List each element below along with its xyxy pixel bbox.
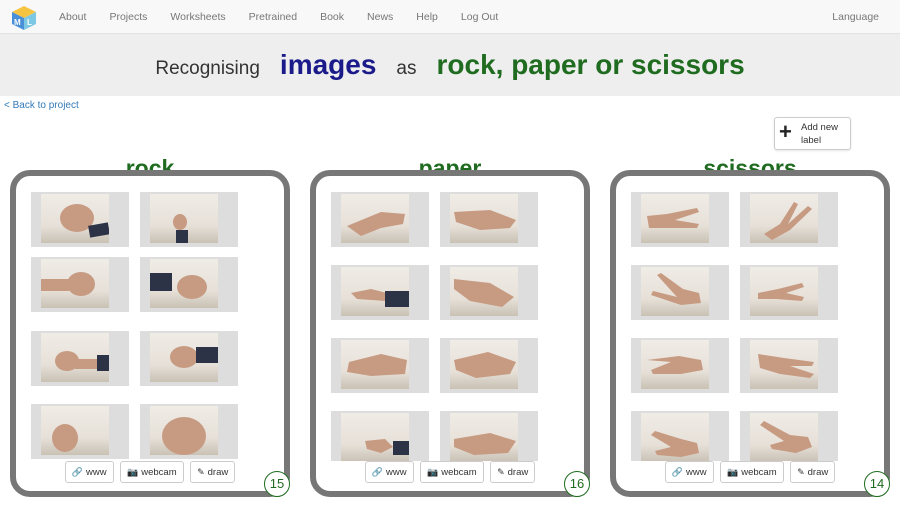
training-images bbox=[31, 184, 251, 461]
title-middle: as bbox=[396, 58, 417, 79]
training-image[interactable] bbox=[331, 338, 429, 393]
training-image[interactable] bbox=[140, 257, 238, 312]
training-image[interactable] bbox=[331, 192, 429, 247]
pencil-icon: ✎ bbox=[497, 467, 505, 477]
title-labels: rock, paper or scissors bbox=[436, 49, 745, 80]
training-image[interactable] bbox=[740, 411, 838, 461]
page-title: Recognising images as rock, paper or sci… bbox=[0, 34, 900, 96]
training-image[interactable] bbox=[31, 404, 129, 459]
draw-button[interactable]: ✎ draw bbox=[490, 461, 536, 483]
pencil-icon: ✎ bbox=[197, 467, 205, 477]
training-image[interactable] bbox=[31, 331, 129, 386]
camera-icon: 📷 bbox=[727, 467, 739, 477]
training-image[interactable] bbox=[31, 192, 129, 247]
example-count: 16 bbox=[564, 471, 590, 497]
example-count: 15 bbox=[264, 471, 290, 497]
www-button[interactable]: 🔗 www bbox=[364, 461, 414, 483]
training-images bbox=[331, 184, 551, 461]
webcam-button[interactable]: 📷 webcam bbox=[420, 461, 484, 483]
ml-logo-icon[interactable]: M L bbox=[11, 5, 37, 31]
example-count: 14 bbox=[864, 471, 890, 497]
add-example-buttons: 🔗 www 📷 webcam ✎ draw bbox=[16, 461, 284, 483]
navbar: M L About Projects Worksheets Pretrained… bbox=[0, 0, 900, 34]
training-image[interactable] bbox=[740, 192, 838, 247]
nav-language[interactable]: Language bbox=[832, 11, 879, 23]
training-image[interactable] bbox=[440, 265, 538, 320]
nav-news[interactable]: News bbox=[367, 11, 393, 23]
add-example-buttons: 🔗 www 📷 webcam ✎ draw bbox=[316, 461, 584, 483]
camera-icon: 📷 bbox=[427, 467, 439, 477]
training-image[interactable] bbox=[440, 338, 538, 393]
www-button[interactable]: 🔗 www bbox=[64, 461, 114, 483]
plus-icon: + bbox=[779, 119, 792, 144]
training-image[interactable] bbox=[631, 338, 729, 393]
training-image[interactable] bbox=[740, 338, 838, 393]
title-prefix: Recognising bbox=[155, 58, 260, 79]
add-example-buttons: 🔗 www 📷 webcam ✎ draw bbox=[616, 461, 884, 483]
webcam-button[interactable]: 📷 webcam bbox=[120, 461, 184, 483]
draw-button[interactable]: ✎ draw bbox=[190, 461, 236, 483]
training-image[interactable] bbox=[740, 265, 838, 320]
training-image[interactable] bbox=[631, 192, 729, 247]
link-icon: 🔗 bbox=[371, 467, 383, 477]
back-to-project-link[interactable]: < Back to project bbox=[4, 100, 79, 111]
add-new-label-text: Add new label bbox=[801, 122, 838, 146]
webcam-button[interactable]: 📷 webcam bbox=[720, 461, 784, 483]
training-image[interactable] bbox=[140, 331, 238, 386]
draw-button[interactable]: ✎ draw bbox=[790, 461, 836, 483]
training-images bbox=[631, 184, 851, 461]
nav-about[interactable]: About bbox=[59, 11, 86, 23]
nav-book[interactable]: Book bbox=[320, 11, 344, 23]
pencil-icon: ✎ bbox=[797, 467, 805, 477]
www-button[interactable]: 🔗 www bbox=[664, 461, 714, 483]
nav-pretrained[interactable]: Pretrained bbox=[249, 11, 297, 23]
add-new-label-button[interactable]: + Add new label bbox=[774, 117, 851, 150]
training-image[interactable] bbox=[31, 257, 129, 312]
training-image[interactable] bbox=[440, 411, 538, 461]
title-project-type: images bbox=[279, 49, 377, 80]
svg-text:L: L bbox=[27, 18, 32, 27]
link-icon: 🔗 bbox=[671, 467, 683, 477]
nav-links: About Projects Worksheets Pretrained Boo… bbox=[59, 0, 521, 34]
training-image[interactable] bbox=[140, 192, 238, 247]
nav-logout[interactable]: Log Out bbox=[461, 11, 498, 23]
bucket-scissors: 🔗 www 📷 webcam ✎ draw 14 bbox=[610, 170, 890, 497]
training-image[interactable] bbox=[631, 411, 729, 461]
page-title-band: Recognising images as rock, paper or sci… bbox=[0, 34, 900, 96]
training-image[interactable] bbox=[331, 411, 429, 461]
nav-help[interactable]: Help bbox=[416, 11, 438, 23]
training-image[interactable] bbox=[140, 404, 238, 459]
training-image[interactable] bbox=[631, 265, 729, 320]
camera-icon: 📷 bbox=[127, 467, 139, 477]
bucket-rock: 🔗 www 📷 webcam ✎ draw 15 bbox=[10, 170, 290, 497]
training-image[interactable] bbox=[331, 265, 429, 320]
training-image[interactable] bbox=[440, 192, 538, 247]
link-icon: 🔗 bbox=[71, 467, 83, 477]
nav-projects[interactable]: Projects bbox=[109, 11, 147, 23]
bucket-paper: 🔗 www 📷 webcam ✎ draw 16 bbox=[310, 170, 590, 497]
svg-text:M: M bbox=[14, 18, 21, 27]
nav-worksheets[interactable]: Worksheets bbox=[170, 11, 225, 23]
